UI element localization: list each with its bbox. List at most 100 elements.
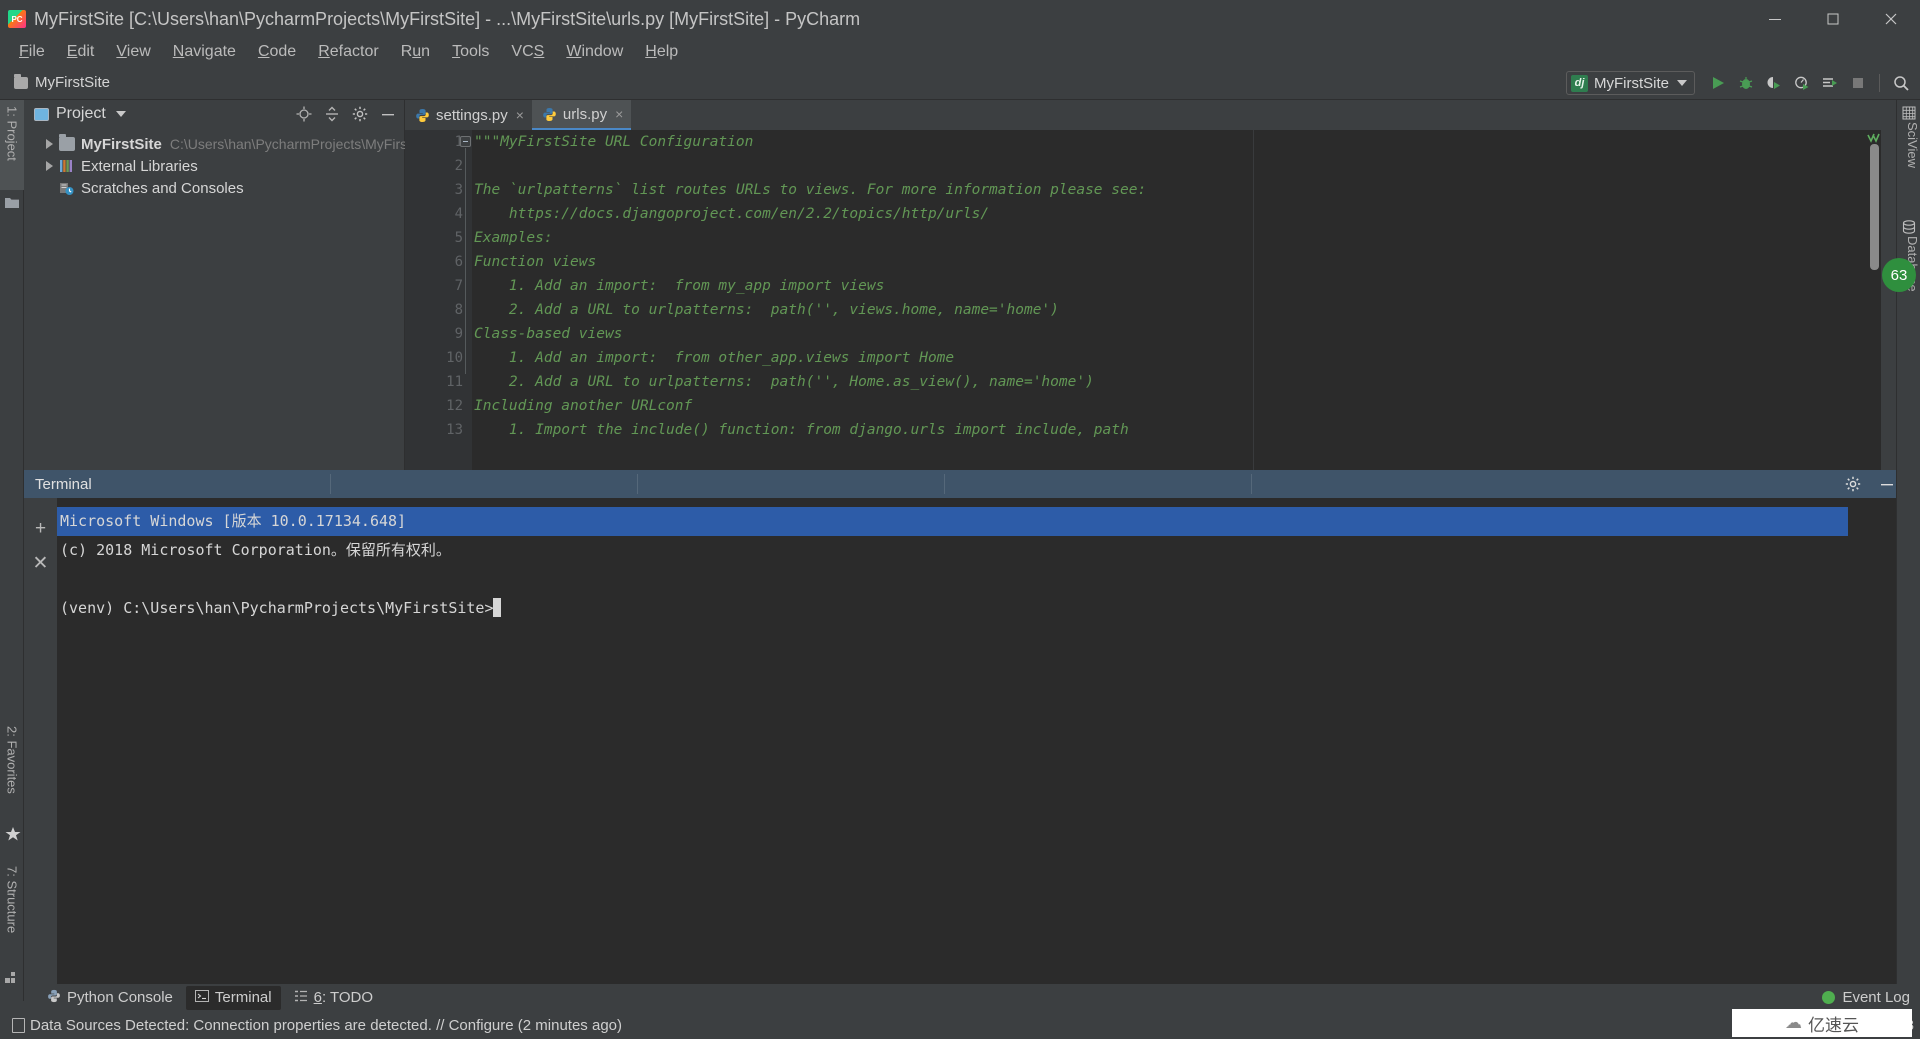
menu-navigate[interactable]: Navigate [162, 41, 247, 63]
editor-scrollbar[interactable] [1870, 144, 1879, 270]
project-tree: MyFirstSite C:\Users\han\PycharmProjects… [24, 128, 435, 199]
menu-run[interactable]: Run [390, 41, 441, 63]
profile-button[interactable] [1789, 70, 1815, 96]
chevron-right-icon[interactable] [46, 161, 53, 171]
menu-help[interactable]: Help [634, 41, 689, 63]
code-text[interactable]: """MyFirstSite URL Configuration The `ur… [474, 130, 1881, 470]
editor-tab-settings[interactable]: settings.py × [405, 100, 532, 130]
collapse-all-icon[interactable] [322, 104, 342, 124]
close-icon[interactable]: × [615, 106, 623, 122]
star-icon [5, 826, 21, 842]
terminal-line-selected: Microsoft Windows [版本 10.0.17134.648] [57, 507, 1848, 536]
new-terminal-session-button[interactable]: + [24, 512, 57, 546]
todo-icon [294, 989, 308, 1007]
divider [637, 474, 638, 494]
editor-tab-label: urls.py [562, 105, 608, 123]
code-line[interactable]: https://docs.djangoproject.com/en/2.2/to… [474, 202, 1881, 226]
tree-node-myfirstsite[interactable]: MyFirstSite C:\Users\han\PycharmProjects… [24, 133, 435, 155]
tree-node-label: External Libraries [81, 157, 198, 175]
code-line: 1. Import the include() function: from d… [474, 422, 1129, 438]
locate-icon[interactable] [294, 104, 314, 124]
status-badge[interactable]: 63 [1882, 258, 1916, 292]
tree-node-scratches[interactable]: Scratches and Consoles [24, 177, 404, 199]
sidebar-item-sciview[interactable]: SciView [1896, 122, 1920, 207]
menu-refactor[interactable]: Refactor [307, 41, 389, 63]
menu-vcs[interactable]: VCS [500, 41, 555, 63]
code-line: 1. Add an import: from my_app import vie… [474, 278, 885, 294]
terminal-line: (c) 2018 Microsoft Corporation。保留所有权利。 [60, 541, 451, 559]
menu-file[interactable]: File [8, 41, 56, 63]
divider [1251, 474, 1252, 494]
run-with-coverage-button[interactable] [1761, 70, 1787, 96]
structure-icon [5, 972, 19, 986]
close-button[interactable] [1862, 0, 1920, 38]
code-line: The `urlpatterns` list routes URLs to vi… [474, 182, 1147, 198]
tab-python-console[interactable]: Python Console [38, 986, 182, 1010]
close-icon[interactable]: × [516, 107, 524, 123]
terminal-output[interactable]: Microsoft Windows [版本 10.0.17134.648] (c… [57, 498, 1905, 1001]
minimize-button[interactable] [1746, 0, 1804, 38]
hide-panel-icon[interactable] [378, 104, 398, 124]
fold-region-line [465, 148, 466, 374]
menu-edit[interactable]: Edit [56, 41, 106, 63]
main-toolbar: dj MyFirstSite [1566, 66, 1914, 100]
terminal-panel-header: Terminal [24, 470, 1905, 498]
right-tool-strip: SciView Database [1896, 100, 1920, 1001]
status-bar: Data Sources Detected: Connection proper… [0, 1009, 1920, 1039]
status-message[interactable]: Data Sources Detected: Connection proper… [30, 1017, 622, 1034]
chevron-down-icon[interactable] [115, 111, 126, 117]
terminal-icon [194, 989, 209, 1007]
maximize-button[interactable] [1804, 0, 1862, 38]
menu-code[interactable]: Code [247, 41, 307, 63]
run-button[interactable] [1705, 70, 1731, 96]
folder-icon [59, 134, 75, 151]
fold-collapse-icon[interactable] [460, 136, 471, 147]
code-folding-column [460, 130, 474, 470]
python-console-icon [47, 989, 61, 1007]
python-file-icon [415, 108, 430, 123]
editor-area: settings.py × urls.py × 1 2 3 4 5 6 7 8 … [405, 100, 1881, 470]
terminal-prompt-line[interactable]: (venv) C:\Users\han\PycharmProjects\MyFi… [57, 594, 1905, 623]
hide-panel-icon[interactable] [1877, 474, 1897, 494]
code-line: Function views [474, 254, 597, 270]
window-controls [1746, 0, 1920, 38]
gear-icon[interactable] [1843, 474, 1863, 494]
code-editor[interactable]: 1 2 3 4 5 6 7 8 9 10 11 12 13 """MyFirst… [405, 130, 1881, 470]
python-file-icon [542, 107, 557, 122]
tree-node-external-libraries[interactable]: External Libraries [24, 155, 404, 177]
terminal-cursor [493, 598, 502, 617]
window-title: MyFirstSite [C:\Users\han\PycharmProject… [34, 8, 861, 29]
debug-button[interactable] [1733, 70, 1759, 96]
folder-icon [14, 73, 28, 89]
left-tool-strip: 1: Project 2: Favorites 7: Structure [0, 100, 24, 1001]
pycharm-icon [8, 10, 26, 28]
sidebar-item-structure[interactable]: 7: Structure [0, 860, 24, 964]
chevron-right-icon[interactable] [46, 139, 53, 149]
search-everywhere-icon[interactable] [1888, 70, 1914, 96]
stop-button[interactable] [1845, 70, 1871, 96]
breadcrumb[interactable]: MyFirstSite [35, 74, 110, 91]
tab-terminal[interactable]: Terminal [185, 985, 281, 1010]
event-log-button[interactable]: Event Log [1822, 989, 1910, 1006]
tree-node-path: C:\Users\han\PycharmProjects\MyFirstSite [169, 136, 436, 152]
code-line: Examples: [474, 230, 553, 246]
library-icon [59, 159, 75, 173]
menu-tools[interactable]: Tools [441, 41, 500, 63]
scratches-icon [59, 181, 75, 195]
menu-window[interactable]: Window [555, 41, 634, 63]
event-log-label: Event Log [1842, 989, 1910, 1006]
tab-mnemonic: 6 [313, 989, 322, 1006]
sidebar-item-project[interactable]: 1: Project [0, 100, 24, 190]
attach-button[interactable] [1817, 70, 1843, 96]
database-icon [1902, 220, 1916, 234]
tab-todo[interactable]: 6: TODO [285, 986, 382, 1010]
inspections-widget-icon[interactable] [1867, 132, 1880, 144]
title-bar: MyFirstSite [C:\Users\han\PycharmProject… [0, 0, 1920, 38]
terminal-line: Microsoft Windows [版本 10.0.17134.648] [60, 512, 407, 530]
menu-view[interactable]: View [105, 41, 161, 63]
gear-icon[interactable] [350, 104, 370, 124]
editor-tab-urls[interactable]: urls.py × [531, 100, 632, 130]
close-terminal-session-button[interactable]: ✕ [24, 546, 57, 580]
run-configuration-selector[interactable]: dj MyFirstSite [1566, 71, 1695, 95]
sidebar-item-favorites[interactable]: 2: Favorites [0, 720, 24, 820]
